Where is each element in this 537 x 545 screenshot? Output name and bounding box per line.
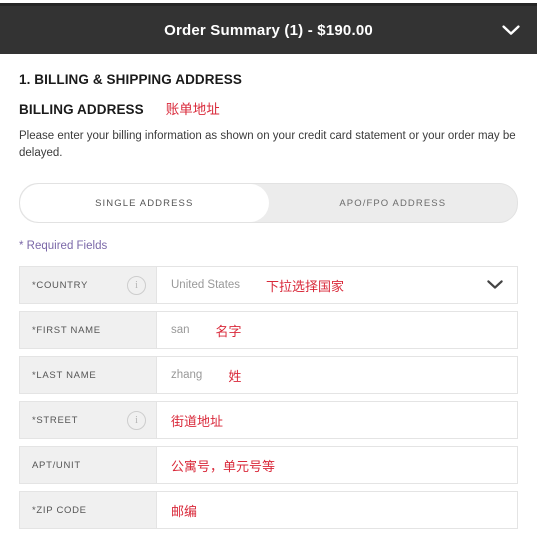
- first-name-label-cell: *FIRST NAME: [20, 312, 157, 349]
- country-label: *COUNTRY: [32, 279, 89, 291]
- tab-apo-fpo-address[interactable]: APO/FPO ADDRESS: [269, 184, 518, 222]
- info-icon[interactable]: i: [127, 275, 146, 295]
- form-row-street[interactable]: *STREET i 街道地址: [19, 401, 518, 440]
- page-title: 1. BILLING & SHIPPING ADDRESS: [19, 72, 242, 87]
- billing-address-form: *COUNTRY i United States 下拉选择国家 *FIRST N…: [19, 266, 518, 530]
- country-label-cell: *COUNTRY i: [20, 267, 157, 304]
- form-row-zip-code[interactable]: *ZIP CODE 邮编: [19, 491, 518, 530]
- billing-help-text: Please enter your billing information as…: [19, 130, 516, 159]
- form-row-first-name[interactable]: *FIRST NAME san 名字: [19, 311, 518, 350]
- form-row-apt-unit[interactable]: APT/UNIT 公寓号，单元号等: [19, 446, 518, 485]
- last-name-input[interactable]: zhang 姓: [157, 357, 517, 393]
- country-value: United States: [171, 279, 241, 292]
- first-name-label: *FIRST NAME: [32, 324, 101, 336]
- tab-single-address[interactable]: SINGLE ADDRESS: [20, 184, 269, 222]
- street-input[interactable]: 街道地址: [157, 402, 517, 438]
- first-name-value: san: [171, 324, 190, 337]
- apt-unit-label: APT/UNIT: [32, 459, 81, 471]
- zip-code-annotation: 邮编: [171, 503, 198, 519]
- apt-unit-annotation: 公寓号，单元号等: [171, 458, 276, 474]
- first-name-input[interactable]: san 名字: [157, 312, 517, 348]
- billing-address-heading: BILLING ADDRESS: [19, 102, 144, 117]
- order-summary-title: Order Summary (1) - $190.00: [164, 21, 373, 39]
- zip-code-label: *ZIP CODE: [32, 504, 87, 516]
- country-annotation: 下拉选择国家: [266, 278, 345, 294]
- apt-unit-label-cell: APT/UNIT: [20, 447, 157, 484]
- last-name-value: zhang: [171, 369, 203, 382]
- required-fields-note: * Required Fields: [19, 240, 108, 253]
- form-row-country[interactable]: *COUNTRY i United States 下拉选择国家: [19, 266, 518, 305]
- address-type-toggle[interactable]: SINGLE ADDRESS APO/FPO ADDRESS: [19, 183, 518, 224]
- first-name-annotation: 名字: [215, 323, 242, 339]
- chevron-down-icon[interactable]: [487, 277, 503, 293]
- billing-address-annotation: 账单地址: [165, 102, 220, 117]
- street-label-cell: *STREET i: [20, 402, 157, 439]
- country-select[interactable]: United States 下拉选择国家: [157, 267, 517, 303]
- zip-code-label-cell: *ZIP CODE: [20, 492, 157, 529]
- last-name-label-cell: *LAST NAME: [20, 357, 157, 394]
- billing-address-heading-row: BILLING ADDRESS 账单地址: [19, 98, 518, 118]
- street-label: *STREET: [32, 414, 79, 426]
- billing-shipping-section: 1. BILLING & SHIPPING ADDRESS BILLING AD…: [0, 72, 537, 530]
- form-row-last-name[interactable]: *LAST NAME zhang 姓: [19, 356, 518, 395]
- last-name-annotation: 姓: [228, 368, 242, 384]
- chevron-down-icon[interactable]: [501, 20, 521, 40]
- order-summary-header[interactable]: Order Summary (1) - $190.00: [0, 3, 537, 54]
- zip-code-input[interactable]: 邮编: [157, 492, 517, 528]
- apt-unit-input[interactable]: 公寓号，单元号等: [157, 447, 517, 483]
- last-name-label: *LAST NAME: [32, 369, 97, 381]
- info-icon[interactable]: i: [127, 410, 146, 430]
- street-annotation: 街道地址: [171, 413, 224, 429]
